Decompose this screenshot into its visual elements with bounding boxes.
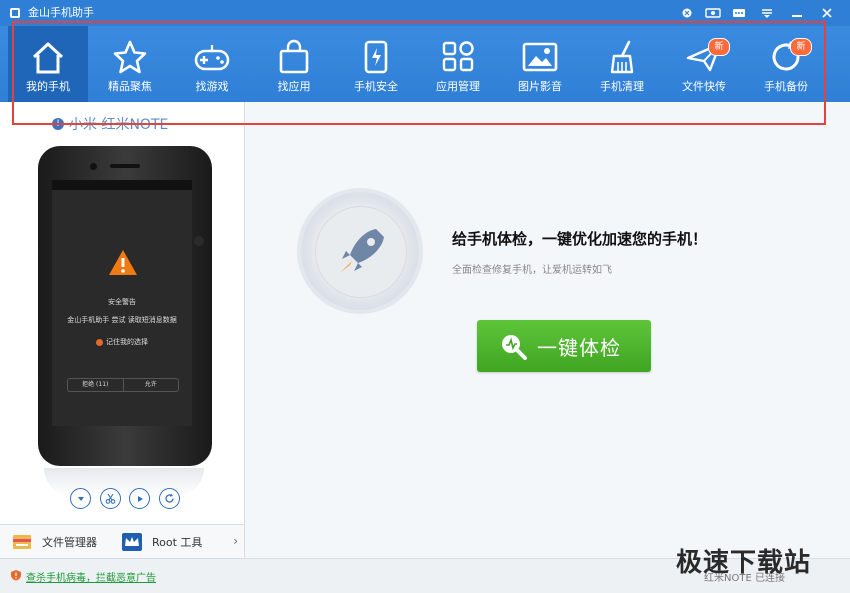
tab-label: 找游戏 — [195, 80, 229, 93]
tab-cleanup[interactable]: 手机清理 — [582, 26, 662, 102]
file-manager-label: 文件管理器 — [42, 536, 97, 549]
menu-button[interactable] — [756, 4, 778, 22]
tab-label: 手机清理 — [600, 80, 644, 93]
play-button[interactable] — [129, 488, 151, 509]
tab-label: 图片影音 — [518, 80, 562, 93]
deny-button: 拒绝 (11) — [68, 379, 124, 391]
checkup-headline: 给手机体检，一键优化加速您的手机！ — [452, 230, 708, 248]
screenshot-button[interactable] — [99, 488, 121, 509]
title-bar: 金山手机助手 — [0, 0, 850, 26]
gamepad-icon — [194, 45, 230, 71]
tab-apps[interactable]: 找应用 — [254, 26, 334, 102]
tab-media[interactable]: 图片影音 — [500, 26, 580, 102]
rocket-badge-inner — [315, 206, 407, 298]
alert-title: 安全警告 — [108, 298, 136, 306]
phone-illustration: 安全警告 金山手机助手 尝试 读取短消息数据 记住我的选择 拒绝 (11) 允许 — [38, 146, 212, 466]
tab-featured[interactable]: 精品聚焦 — [90, 26, 170, 102]
one-click-checkup-button[interactable]: 一键体检 — [477, 320, 651, 372]
broom-icon — [610, 40, 634, 74]
minimize-icon — [792, 15, 802, 17]
phone-status-bar — [52, 180, 192, 190]
device-panel: ! 小米 红米NOTE 安全警告 金山手机助手 尝试 读取短消息数据 记住我的选… — [0, 102, 245, 559]
remember-choice: 记住我的选择 — [52, 338, 192, 347]
close-circle-button[interactable] — [676, 4, 698, 22]
bag-icon — [279, 39, 309, 74]
star-icon — [113, 40, 147, 74]
scissors-icon — [105, 493, 116, 504]
home-icon — [32, 42, 64, 74]
app-window: 金山手机助手 我的手机 精品聚焦 找游戏 找应用 手机安全 应用管理 图片影音 … — [0, 0, 850, 593]
tab-security[interactable]: 手机安全 — [336, 26, 416, 102]
skin-icon — [705, 8, 721, 18]
tab-label: 找应用 — [277, 80, 311, 93]
device-name-label: 小米 红米NOTE — [69, 117, 169, 133]
file-manager-button[interactable]: 文件管理器 — [12, 532, 97, 552]
close-button[interactable] — [816, 4, 838, 22]
refresh-icon — [165, 493, 174, 503]
camera-dot — [90, 163, 97, 170]
watermark: 极速下载站 — [676, 548, 812, 578]
minimize-button[interactable] — [786, 4, 808, 22]
refresh-button[interactable] — [158, 488, 180, 509]
main-toolbar: 我的手机 精品聚焦 找游戏 找应用 手机安全 应用管理 图片影音 手机清理 文件… — [0, 26, 850, 102]
tab-app-manager[interactable]: 应用管理 — [418, 26, 498, 102]
device-name[interactable]: ! 小米 红米NOTE — [52, 114, 168, 134]
alert-buttons: 拒绝 (11) 允许 — [67, 378, 179, 392]
phone-screen: 安全警告 金山手机助手 尝试 读取短消息数据 记住我的选择 拒绝 (11) 允许 — [52, 180, 192, 426]
tab-games[interactable]: 找游戏 — [172, 26, 252, 102]
tab-label: 手机安全 — [354, 80, 398, 93]
info-icon: ! — [52, 118, 64, 130]
warning-icon — [109, 250, 137, 275]
remember-label: 记住我的选择 — [106, 338, 148, 346]
window-title: 金山手机助手 — [28, 6, 94, 19]
checkup-subline: 全面检查修复手机，让爱机运转如飞 — [452, 265, 612, 276]
tab-label: 我的手机 — [26, 80, 70, 93]
tab-label: 文件快传 — [682, 80, 726, 93]
tab-label: 精品聚焦 — [108, 80, 152, 93]
root-tool-label: Root 工具 — [152, 536, 203, 549]
tool-shortcuts: 文件管理器 Root 工具 › — [0, 524, 244, 559]
phone-side-button — [194, 236, 204, 246]
main-content: 给手机体检，一键优化加速您的手机！ 全面检查修复手机，让爱机运转如飞 一键体检 — [245, 102, 850, 558]
shield-phone-icon — [364, 40, 388, 74]
skin-button[interactable] — [702, 4, 724, 22]
checkup-button-label: 一键体检 — [537, 335, 621, 360]
menu-icon — [762, 9, 772, 18]
down-icon — [77, 496, 84, 501]
new-badge: 新 — [790, 38, 812, 56]
device-controls — [70, 488, 180, 510]
expand-arrow[interactable]: › — [233, 534, 238, 548]
tab-label: 手机备份 — [764, 80, 808, 93]
virus-scan-link[interactable]: 查杀手机病毒，拦截恶意广告 — [26, 569, 156, 584]
earpiece — [110, 164, 140, 168]
magnifier-icon — [502, 335, 527, 360]
close-circle-icon — [682, 8, 692, 18]
new-badge: 新 — [708, 38, 730, 56]
tab-backup[interactable]: 手机备份 新 — [746, 26, 826, 102]
check-icon — [96, 338, 103, 346]
root-tool-button[interactable]: Root 工具 — [122, 532, 202, 552]
download-button[interactable] — [70, 488, 91, 509]
crown-icon — [122, 533, 142, 551]
picture-icon — [522, 42, 558, 72]
apps-grid-icon — [442, 41, 474, 72]
tab-file-transfer[interactable]: 文件快传 新 — [664, 26, 744, 102]
file-manager-icon — [13, 535, 31, 549]
shield-warning-icon — [11, 570, 21, 581]
tab-my-phone[interactable]: 我的手机 — [8, 26, 88, 102]
play-icon — [137, 495, 143, 502]
tab-label: 应用管理 — [436, 80, 480, 93]
allow-button: 允许 — [144, 381, 157, 388]
app-logo-icon — [10, 8, 20, 18]
rocket-badge — [301, 192, 419, 310]
rocket-icon — [340, 229, 384, 273]
message-button[interactable] — [728, 4, 750, 22]
close-icon — [822, 8, 832, 18]
message-icon — [733, 8, 745, 17]
alert-text: 金山手机助手 尝试 读取短消息数据 — [67, 316, 177, 324]
